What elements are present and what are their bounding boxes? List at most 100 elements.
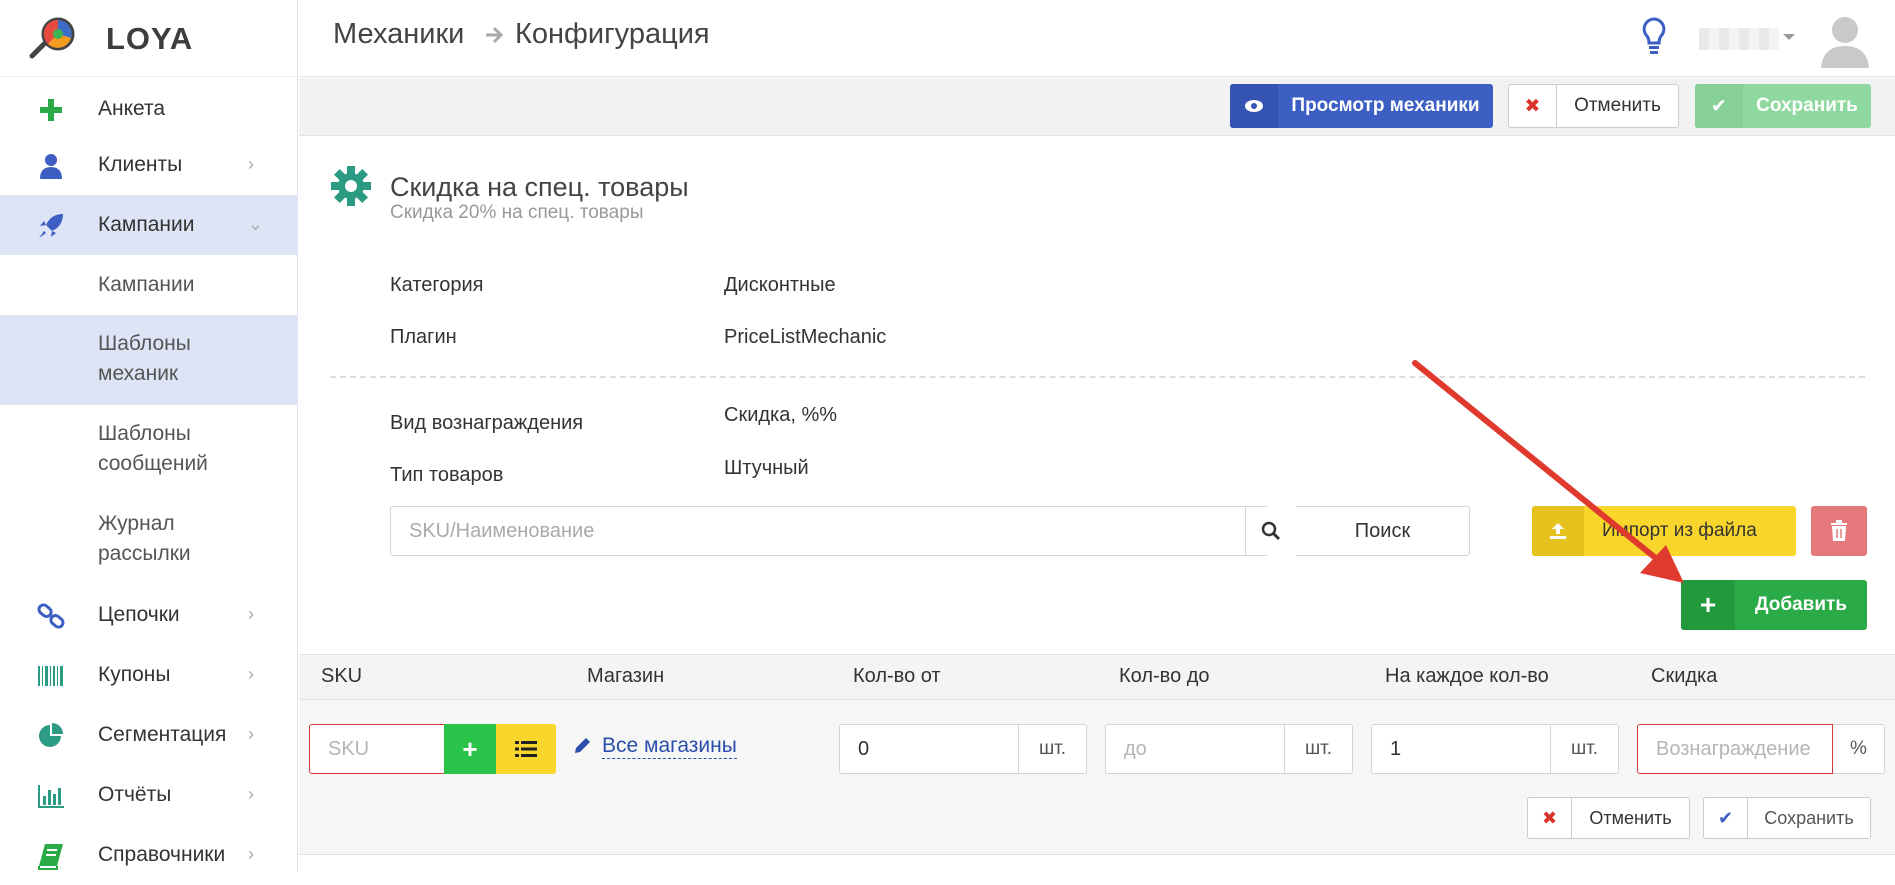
sidebar-item-coupons[interactable]: Купоны › (0, 645, 298, 705)
qty-to-input[interactable] (1105, 724, 1285, 774)
row-save-button[interactable]: ✔ Сохранить (1703, 797, 1871, 839)
logo-text: LOYA (106, 21, 194, 56)
caret-down-icon[interactable] (1783, 34, 1795, 40)
sidebar-item-label: Кампании (98, 213, 195, 236)
logo[interactable]: LOYA (0, 0, 298, 77)
gear-icon (331, 166, 371, 206)
reward-input[interactable] (1637, 724, 1833, 774)
sidebar-item-campaigns[interactable]: Кампании ⌄ (0, 195, 298, 255)
eye-icon (1230, 84, 1278, 128)
mechanic-title: Скидка на спец. товары (390, 172, 689, 202)
sidebar-subitem-label: Журнал рассылки (98, 512, 191, 565)
qty-each-input[interactable] (1371, 724, 1551, 774)
close-icon: ✖ (1509, 85, 1557, 127)
all-shops-link[interactable]: Все магазины (602, 734, 737, 759)
check-icon: ✔ (1695, 84, 1743, 128)
sidebar-item-reports[interactable]: Отчёты › (0, 765, 298, 825)
percent-unit-label: % (1833, 724, 1885, 774)
search-icon[interactable] (1245, 507, 1295, 555)
column-header-shop: Магазин (587, 665, 665, 687)
chevron-right-icon: › (248, 604, 254, 624)
pie-chart-icon (39, 723, 63, 747)
sidebar-subitem-label: Шаблоны механик (98, 332, 191, 385)
upload-icon (1532, 506, 1584, 556)
field-value-goods-type: Штучный (724, 457, 809, 479)
sidebar-item-label: Сегментация (98, 723, 227, 746)
sidebar-item-label: Анкета (98, 97, 166, 120)
column-header-discount: Скидка (1651, 665, 1718, 687)
chevron-right-icon: › (248, 844, 254, 864)
rocket-icon (39, 214, 63, 238)
plus-icon (40, 99, 62, 121)
add-button[interactable]: + Добавить (1681, 580, 1867, 630)
chevron-down-icon: ⌄ (248, 214, 264, 234)
sidebar-item-label: Отчёты (98, 783, 172, 806)
search-button[interactable]: Поиск (1296, 506, 1470, 556)
avatar[interactable] (1817, 10, 1873, 68)
sidebar-item-label: Справочники (98, 843, 226, 866)
breadcrumb-mechanics[interactable]: Механики (333, 18, 464, 51)
sidebar-item-segmentation[interactable]: Сегментация › (0, 705, 298, 765)
sidebar-item-label: Клиенты (98, 153, 183, 176)
barcode-icon (38, 666, 63, 686)
sku-input[interactable] (309, 724, 445, 774)
sidebar-subitem-label: Кампании (98, 273, 195, 296)
user-name-blurred[interactable] (1699, 28, 1779, 50)
field-label-category: Категория (390, 274, 484, 296)
sidebar-subitem-message-templates[interactable]: Шаблоны сообщений (0, 405, 298, 495)
field-label-goods-type: Тип товаров (390, 464, 504, 486)
plus-icon: + (1681, 580, 1735, 630)
chevron-right-icon: › (248, 664, 254, 684)
column-header-sku: SKU (321, 665, 363, 687)
sidebar-item-chains[interactable]: Цепочки › (0, 585, 298, 645)
sidebar-item-label: Купоны (98, 663, 171, 686)
sidebar-subitem-mailing-log[interactable]: Журнал рассылки (0, 495, 298, 585)
import-from-file-button[interactable]: Импорт из файла (1532, 506, 1796, 556)
column-header-qty-from: Кол-во от (853, 665, 941, 687)
search-group (390, 506, 1295, 556)
sidebar-item-clients[interactable]: Клиенты › (0, 135, 298, 195)
user-icon (40, 154, 62, 179)
table-header: SKU Магазин Кол-во от Кол-во до На каждо… (299, 654, 1895, 700)
divider (330, 376, 1865, 378)
field-label-plugin: Плагин (390, 326, 457, 348)
qty-from-input[interactable] (839, 724, 1019, 774)
breadcrumb-configuration: Конфигурация (515, 18, 710, 50)
trash-icon (1831, 520, 1847, 541)
row-cancel-button[interactable]: ✖ Отменить (1527, 797, 1690, 839)
sidebar-subitem-label: Шаблоны сообщений (98, 422, 208, 475)
column-header-qty-to: Кол-во до (1119, 665, 1210, 687)
mechanic-subtitle: Скидка 20% на спец. товары (390, 202, 644, 223)
close-icon: ✖ (1528, 798, 1572, 838)
save-button[interactable]: ✔ Сохранить (1695, 84, 1871, 128)
sidebar-item-questionnaire[interactable]: Анкета (0, 79, 298, 139)
unit-label: шт. (1551, 724, 1619, 774)
view-mechanic-button[interactable]: Просмотр механики (1230, 84, 1493, 128)
chevron-right-icon: › (248, 784, 254, 804)
sidebar-item-label: Цепочки (98, 603, 180, 626)
check-icon: ✔ (1704, 798, 1748, 838)
add-sku-button[interactable]: + (444, 724, 496, 774)
sidebar-subitem-campaigns[interactable]: Кампании (0, 255, 298, 315)
sidebar-item-directories[interactable]: Справочники › (0, 825, 298, 885)
field-label-reward-type: Вид вознаграждения (390, 412, 584, 434)
sku-list-button[interactable] (496, 724, 556, 774)
header: Механики Конфигурация (299, 0, 1895, 77)
lightbulb-icon[interactable] (1641, 16, 1667, 56)
bar-chart-icon (38, 785, 64, 808)
field-value-plugin: PriceListMechanic (724, 326, 887, 348)
loya-logo-icon (29, 17, 75, 59)
field-value-reward-type: Скидка, %% (724, 404, 838, 426)
cancel-button[interactable]: ✖ Отменить (1508, 84, 1679, 128)
chain-icon (37, 603, 65, 629)
chevron-right-icon: › (248, 154, 254, 174)
unit-label: шт. (1019, 724, 1087, 774)
delete-button[interactable] (1811, 506, 1867, 556)
pencil-icon[interactable] (572, 736, 592, 756)
sidebar-subitem-mechanic-templates[interactable]: Шаблоны механик (0, 315, 298, 405)
search-input[interactable] (391, 507, 1245, 555)
chevron-right-icon: › (248, 724, 254, 744)
sidebar: LOYA Анкета Клиенты › Кампании ⌄ Кампани… (0, 0, 298, 872)
arrow-right-icon (486, 26, 504, 44)
unit-label: шт. (1285, 724, 1353, 774)
